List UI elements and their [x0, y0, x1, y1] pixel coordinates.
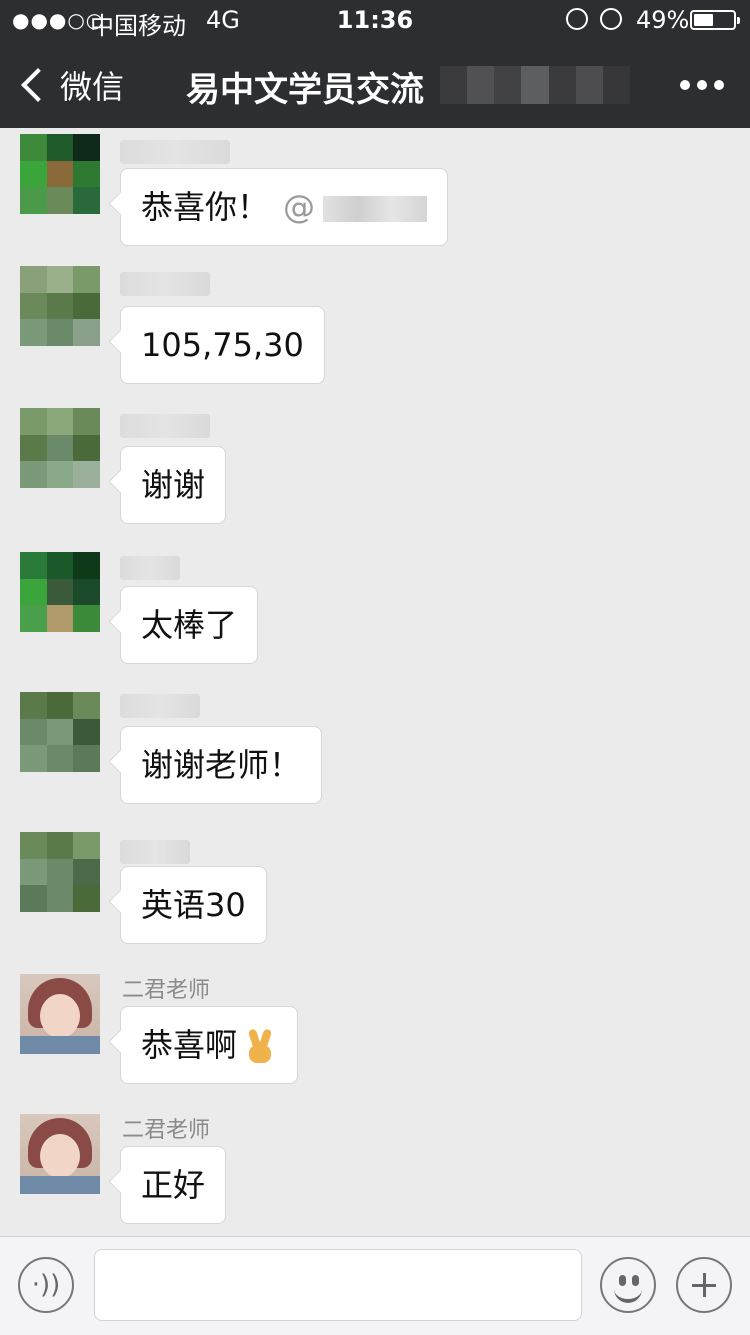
sender-name-blurred	[120, 840, 190, 864]
voice-icon: ·))	[31, 1270, 61, 1300]
battery-percent: 49%	[636, 6, 690, 34]
status-bar: ●●●○○ 中国移动 4G 11:36 49%	[0, 0, 750, 40]
avatar[interactable]	[20, 266, 100, 346]
message-bubble[interactable]: 太棒了	[120, 586, 259, 664]
message-input[interactable]	[94, 1249, 582, 1321]
message-bubble[interactable]: 恭喜啊	[120, 1006, 299, 1084]
message: 105,75,30	[0, 266, 750, 406]
top-bar: ●●●○○ 中国移动 4G 11:36 49% 微信 易中文学员交流	[0, 0, 750, 128]
victory-hand-icon	[243, 1028, 277, 1065]
message-bubble[interactable]: 英语30	[120, 866, 267, 944]
avatar[interactable]	[20, 552, 100, 632]
message: 二君老师 正好	[0, 1106, 750, 1246]
message: 二君老师 恭喜啊	[0, 966, 750, 1106]
voice-button[interactable]: ·))	[18, 1257, 74, 1313]
message-bubble[interactable]: 恭喜你！ @	[120, 168, 449, 246]
message: 谢谢	[0, 406, 750, 546]
avatar[interactable]	[20, 832, 100, 912]
input-bar: ·))	[0, 1236, 750, 1335]
message-bubble[interactable]: 谢谢老师！	[120, 726, 323, 804]
sender-name-blurred	[120, 272, 210, 296]
nav-bar: 微信 易中文学员交流	[0, 40, 750, 128]
message: 恭喜你！ @	[0, 128, 750, 268]
battery-icon	[690, 10, 740, 30]
sender-name-blurred	[120, 556, 180, 580]
chevron-left-icon	[21, 68, 55, 102]
avatar[interactable]	[20, 1114, 100, 1194]
avatar[interactable]	[20, 974, 100, 1054]
message: 太棒了	[0, 546, 750, 686]
chat-title: 易中文学员交流	[186, 70, 424, 110]
back-label: 微信	[60, 68, 125, 106]
message: 英语30	[0, 826, 750, 966]
sender-name: 二君老师	[122, 978, 211, 1003]
sender-name-blurred	[120, 414, 210, 438]
ellipsis-icon	[680, 80, 690, 90]
avatar[interactable]	[20, 134, 100, 214]
title-blurred-part	[440, 66, 630, 104]
sender-name-blurred	[120, 140, 230, 164]
battery-fill	[694, 14, 713, 26]
sender-name-blurred	[120, 694, 200, 718]
message: 谢谢老师！	[0, 686, 750, 826]
message-bubble[interactable]: 谢谢	[120, 446, 227, 524]
avatar[interactable]	[20, 692, 100, 772]
avatar[interactable]	[20, 408, 100, 488]
emoji-button[interactable]	[600, 1257, 656, 1313]
rotation-lock-icon	[566, 8, 588, 30]
more-button[interactable]	[680, 80, 724, 90]
message-bubble[interactable]: 105,75,30	[120, 306, 325, 384]
message-bubble[interactable]: 正好	[120, 1146, 227, 1224]
alarm-icon	[600, 8, 622, 30]
plus-button[interactable]	[676, 1257, 732, 1313]
sender-name: 二君老师	[122, 1118, 211, 1143]
back-button[interactable]: 微信	[18, 62, 124, 108]
